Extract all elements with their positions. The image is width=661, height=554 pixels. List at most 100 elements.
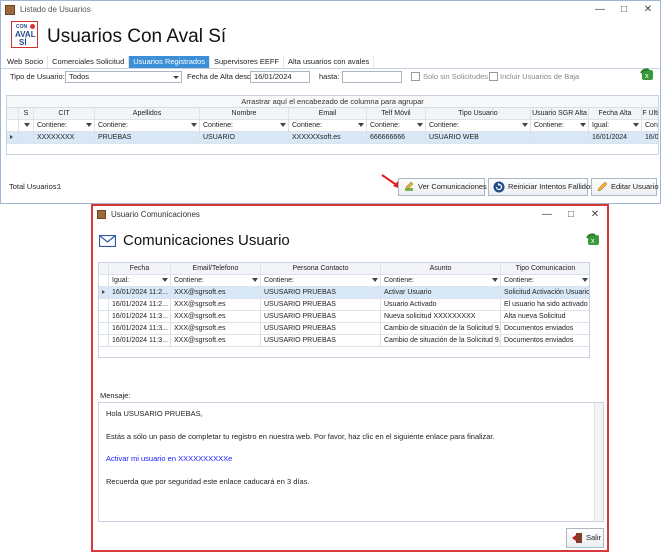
dialog-minimize-icon[interactable]: — [535, 209, 559, 220]
cell-persona-contacto[interactable]: USUSARIO PRUEBAS [261, 299, 381, 311]
minimize-icon[interactable]: — [588, 4, 612, 15]
dialog-titlebar: Usuario Comunicaciones — □ ✕ [93, 206, 607, 223]
tab-web-socio[interactable]: Web Socio [3, 56, 49, 68]
table-row[interactable]: 16/01/2024 11:3... XXX@sgrsoft.es USUSAR… [99, 335, 589, 347]
tab-alta-usuarios-avales[interactable]: Alta usuarios con avales [284, 56, 375, 68]
cell-apellidos[interactable]: PRUEBAS [95, 132, 200, 144]
col-header-f-ulti[interactable]: F Ulti [642, 108, 658, 120]
col-header-cit[interactable]: CIT [34, 108, 95, 120]
cell-tipo-usuario[interactable]: USUARIO WEB [426, 132, 531, 144]
cell-cit[interactable]: XXXXXXXX [34, 132, 95, 144]
cell-email-telefono[interactable]: XXX@sgrsoft.es [171, 311, 261, 323]
solo-sin-solicitudes-checkbox[interactable] [411, 72, 420, 81]
dialog-close-icon[interactable]: ✕ [583, 209, 607, 220]
filter-cell-nombre[interactable]: Contiene: [200, 120, 289, 132]
table-row[interactable]: 16/01/2024 11:3... XXX@sgrsoft.es USUSAR… [99, 311, 589, 323]
cell-email-telefono[interactable]: XXX@sgrsoft.es [171, 335, 261, 347]
filter-cell-telf-movil[interactable]: Contiene: [367, 120, 426, 132]
cell-asunto[interactable]: Cambio de situación de la Solicitud 9... [381, 323, 501, 335]
table-row[interactable]: 16/01/2024 11:2... XXX@sgrsoft.es USUSAR… [99, 287, 589, 299]
col-header-s[interactable]: S [19, 108, 34, 120]
activar-usuario-link[interactable]: Activar mi usuario en XXXXXXXXXXe [106, 454, 232, 463]
col-header-email[interactable]: Email [289, 108, 367, 120]
col-header-nombre[interactable]: Nombre [200, 108, 289, 120]
dlg-filter-fecha[interactable]: Igual: [109, 275, 171, 287]
chevron-down-icon[interactable] [173, 76, 179, 79]
dlg-filter-tipo-comunicacion[interactable]: Contiene: [501, 275, 589, 287]
grid-header-row: S CIT Apellidos Nombre Email Telf Móvil … [7, 108, 658, 120]
dlg-filter-email-telefono[interactable]: Contiene: [171, 275, 261, 287]
filter-cell-cit[interactable]: Contiene: [34, 120, 95, 132]
fecha-alta-hasta-input[interactable] [342, 71, 402, 83]
incluir-baja-checkbox[interactable] [489, 72, 498, 81]
cell-tipo-comunicacion[interactable]: Documentos enviados [501, 323, 589, 335]
col-header-tipo-usuario[interactable]: Tipo Usuario [426, 108, 531, 120]
dlg-filter-persona-contacto[interactable]: Contiene: [261, 275, 381, 287]
cell-persona-contacto[interactable]: USUSARIO PRUEBAS [261, 323, 381, 335]
cell-asunto[interactable]: Nueva solicitud XXXXXXXXX [381, 311, 501, 323]
editar-usuario-button[interactable]: Editar Usuario [591, 178, 659, 196]
reiniciar-intentos-button[interactable]: Reiniciar Intentos Fallidos [488, 178, 594, 196]
cell-asunto[interactable]: Usuario Activado [381, 299, 501, 311]
dlg-filter-asunto[interactable]: Contiene: [381, 275, 501, 287]
cell-fecha-alta[interactable]: 16/01/2024 [589, 132, 642, 144]
filter-cell-email[interactable]: Contiene: [289, 120, 367, 132]
close-icon[interactable]: ✕ [636, 4, 660, 15]
table-row[interactable]: 16/01/2024 11:2... XXX@sgrsoft.es USUSAR… [99, 299, 589, 311]
cell-tipo-comunicacion[interactable]: Documentos enviados [501, 335, 589, 347]
cell-telf-movil[interactable]: 666666666 [367, 132, 426, 144]
table-row[interactable]: 16/01/2024 11:3... XXX@sgrsoft.es USUSAR… [99, 323, 589, 335]
dlg-col-header-email-telefono[interactable]: Email/Telefono [171, 263, 261, 275]
dlg-col-header-tipo-comunicacion[interactable]: Tipo Comunicacion [501, 263, 589, 275]
tab-comerciales-solicitud[interactable]: Comerciales Solicitud [48, 56, 130, 68]
cell-persona-contacto[interactable]: USUSARIO PRUEBAS [261, 311, 381, 323]
message-scrollbar[interactable] [594, 403, 603, 521]
cell-email-telefono[interactable]: XXX@sgrsoft.es [171, 299, 261, 311]
cell-email[interactable]: XXXXXXsoft.es [289, 132, 367, 144]
filter-cell-fecha-alta[interactable]: Igual: [589, 120, 642, 132]
cell-fecha[interactable]: 16/01/2024 11:2... [109, 299, 171, 311]
cell-asunto[interactable]: Activar Usuario [381, 287, 501, 299]
filter-cell-tipo-usuario[interactable]: Contiene: [426, 120, 531, 132]
filter-cell-f-ulti[interactable]: Conti [642, 120, 658, 132]
col-header-telf-movil[interactable]: Telf Móvil [367, 108, 426, 120]
cell-usuario-sgr-alta[interactable] [531, 132, 589, 144]
col-header-apellidos[interactable]: Apellidos [95, 108, 200, 120]
cell-persona-contacto[interactable]: USUSARIO PRUEBAS [261, 287, 381, 299]
group-panel[interactable]: Arrastrar aquí el encabezado de columna … [7, 96, 658, 108]
tipo-usuario-select[interactable]: Todos [65, 71, 182, 83]
table-row[interactable]: XXXXXXXX PRUEBAS USUARIO XXXXXXsoft.es 6… [7, 132, 658, 144]
dialog-maximize-icon[interactable]: □ [559, 209, 583, 220]
col-header-fecha-alta[interactable]: Fecha Alta [589, 108, 642, 120]
filter-cell-s[interactable] [19, 120, 34, 132]
fecha-alta-desde-input[interactable]: 16/01/2024 [250, 71, 310, 83]
cell-fecha[interactable]: 16/01/2024 11:3... [109, 335, 171, 347]
cell-f-ulti[interactable]: 16/01 [642, 132, 658, 144]
dlg-col-header-fecha[interactable]: Fecha [109, 263, 171, 275]
maximize-icon[interactable]: □ [612, 4, 636, 15]
filter-cell-apellidos[interactable]: Contiene: [95, 120, 200, 132]
cell-fecha[interactable]: 16/01/2024 11:3... [109, 323, 171, 335]
cell-email-telefono[interactable]: XXX@sgrsoft.es [171, 323, 261, 335]
tab-supervisores-eeff[interactable]: Supervisores EEFF [210, 56, 284, 68]
salir-button[interactable]: Salir [566, 528, 604, 548]
dlg-col-header-persona-contacto[interactable]: Persona Contacto [261, 263, 381, 275]
cell-nombre[interactable]: USUARIO [200, 132, 289, 144]
col-header-usuario-sgr-alta[interactable]: Usuario SGR Alta [531, 108, 589, 120]
cell-email-telefono[interactable]: XXX@sgrsoft.es [171, 287, 261, 299]
mensaje-body[interactable]: Hola USUSARIO PRUEBAS, Estás a sólo un p… [98, 402, 604, 522]
tab-usuarios-registrados[interactable]: Usuarios Registrados [129, 56, 210, 68]
cell-persona-contacto[interactable]: USUSARIO PRUEBAS [261, 335, 381, 347]
cell-asunto[interactable]: Cambio de situación de la Solicitud 9... [381, 335, 501, 347]
cell-tipo-comunicacion[interactable]: Solicitud Activación Usuario [501, 287, 589, 299]
filter-cell-usuario-sgr-alta[interactable]: Contiene: [531, 120, 589, 132]
dlg-col-header-asunto[interactable]: Asunto [381, 263, 501, 275]
cell-tipo-comunicacion[interactable]: El usuario ha sido activado [501, 299, 589, 311]
ver-comunicaciones-button[interactable]: Ver Comunicaciones [398, 178, 487, 196]
cell-fecha[interactable]: 16/01/2024 11:3... [109, 311, 171, 323]
excel-export-icon[interactable]: x [639, 67, 655, 83]
dialog-excel-export-icon[interactable]: x [585, 232, 601, 248]
cell-s[interactable] [19, 132, 34, 144]
cell-fecha[interactable]: 16/01/2024 11:2... [109, 287, 171, 299]
cell-tipo-comunicacion[interactable]: Alta nueva Solicitud [501, 311, 589, 323]
